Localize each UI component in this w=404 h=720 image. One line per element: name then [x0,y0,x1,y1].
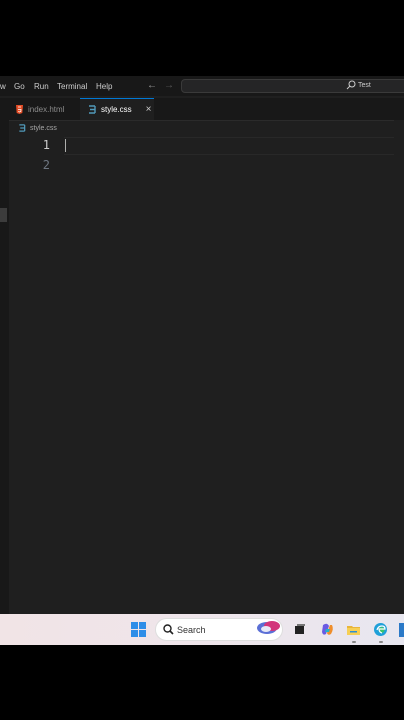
arrow-right-icon[interactable]: → [164,80,174,91]
css-file-icon [89,105,96,114]
tab-label: index.html [28,104,65,114]
activity-bar [0,120,9,614]
running-indicator [352,641,356,643]
file-explorer-icon[interactable] [346,622,361,637]
running-indicator [379,641,383,643]
search-icon [346,80,356,90]
scrollbar[interactable] [394,120,404,614]
command-center-label: Test [358,82,371,89]
close-icon[interactable]: × [146,104,152,115]
edge-icon[interactable] [373,622,388,637]
vscode-taskbar-icon[interactable] [399,623,404,637]
code-area[interactable] [60,132,394,614]
search-icon [163,624,174,635]
line-number: 2 [42,158,50,172]
copilot-swirl-icon[interactable] [254,616,284,636]
arrow-left-icon[interactable]: ← [147,80,157,91]
tab-label: style.css [101,105,132,114]
line-number: 1 [42,138,50,152]
menu-view[interactable]: w [0,82,6,91]
menu-bar: w Go Run Terminal Help ← → Test [0,76,404,96]
tab-bar: index.html style.css × [0,98,404,121]
menu-run[interactable]: Run [34,82,49,91]
task-view-icon[interactable] [292,622,307,637]
css-file-icon [19,124,26,132]
menu-go[interactable]: Go [14,82,25,91]
tab-style-css[interactable]: style.css × [80,98,154,120]
tab-index-html[interactable]: index.html [8,98,82,120]
vscode-window: w Go Run Terminal Help ← → Test index.ht… [0,76,404,614]
breadcrumb[interactable]: style.css [18,124,57,132]
activity-indicator [0,208,7,222]
taskbar: Search [0,614,404,645]
html-file-icon [16,104,23,114]
copilot-icon[interactable] [320,622,335,637]
taskbar-search-label: Search [177,625,206,635]
menu-terminal[interactable]: Terminal [57,82,87,91]
windows-start-icon[interactable] [131,622,147,638]
menu-help[interactable]: Help [96,82,112,91]
breadcrumb-file: style.css [30,124,57,132]
